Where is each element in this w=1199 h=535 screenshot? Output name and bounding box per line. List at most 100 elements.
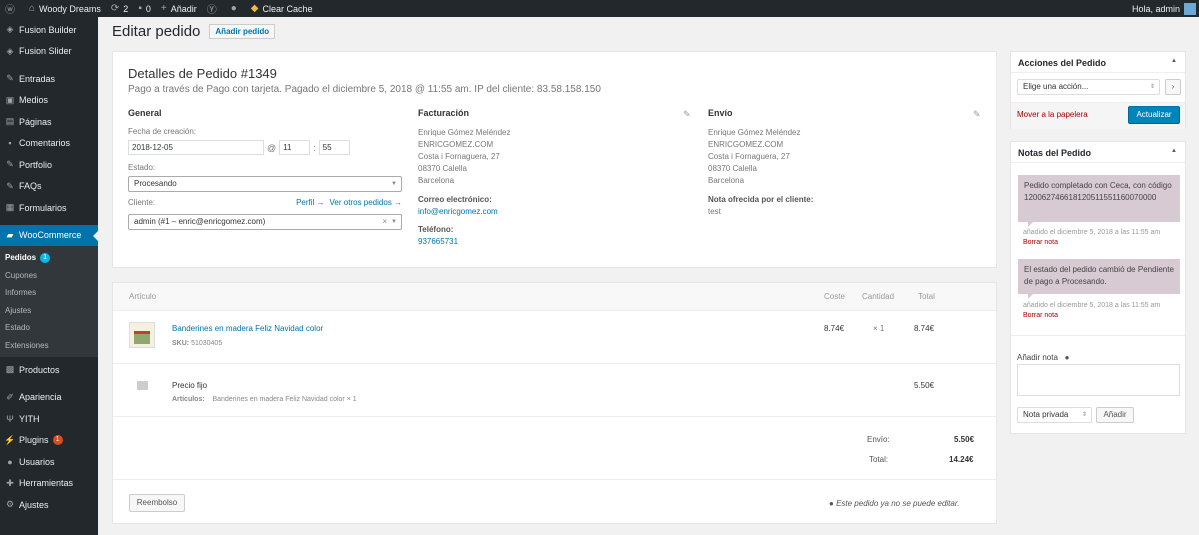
site-name[interactable]: ⌂ Woody Dreams (24, 0, 106, 17)
menu-faqs[interactable]: ✎ FAQs (0, 176, 98, 198)
pin-icon: ✎ (6, 73, 14, 84)
wp-logo[interactable]: ⓦ (0, 0, 24, 17)
updates[interactable]: ⟳ 2 (106, 0, 133, 17)
move-to-trash-link[interactable]: Mover a la papelera (1017, 110, 1088, 119)
email-label: Correo electrónico: (418, 195, 492, 204)
menu-apariencia[interactable]: ✐ Apariencia (0, 387, 98, 409)
phone-link[interactable]: 937665731 (418, 237, 688, 246)
shipping-row: Precio fijo Artículos: Banderines en mad… (113, 363, 996, 417)
status-select[interactable]: Procesando ▼ (128, 176, 402, 192)
submenu-cupones[interactable]: Cupones (0, 267, 98, 285)
pin-icon: ✎ (6, 159, 14, 170)
product-thumbnail[interactable] (129, 322, 155, 348)
address-line: Barcelona (418, 176, 455, 185)
circle-icon: ● (230, 3, 237, 14)
phone-label: Teléfono: (418, 225, 454, 234)
date-input[interactable]: 2018-12-05 (128, 140, 264, 155)
items-header: Artículo Coste Cantidad Total (113, 283, 996, 311)
submenu-label: Informes (5, 288, 37, 298)
menu-productos[interactable]: ▩ Productos (0, 359, 98, 381)
menu-medios[interactable]: ▣ Medios (0, 90, 98, 112)
clear-cache[interactable]: ◆ Clear Cache (246, 0, 318, 17)
sku-label: SKU: (172, 340, 190, 347)
edit-billing-pencil-icon[interactable]: ✎ (683, 109, 691, 120)
menu-label: Plugins (19, 435, 49, 446)
menu-paginas[interactable]: ▤ Páginas (0, 111, 98, 133)
menu-ajustes[interactable]: ⚙ Ajustes (0, 494, 98, 516)
actions-header[interactable]: Acciones del Pedido ▲ (1011, 52, 1185, 73)
menu-fusion-builder[interactable]: ◈ Fusion Builder (0, 19, 98, 41)
menu-usuarios[interactable]: ● Usuarios (0, 451, 98, 473)
delete-note-link[interactable]: Borrar nota (1023, 239, 1058, 246)
collapse-icon[interactable]: ▲ (1171, 58, 1177, 64)
edit-shipping-pencil-icon[interactable]: ✎ (973, 109, 981, 120)
comments-count: 0 (145, 3, 151, 14)
clear-cache-label: Clear Cache (262, 3, 313, 14)
fusion-icon: ◈ (6, 24, 14, 35)
submenu-informes[interactable]: Informes (0, 284, 98, 302)
menu-yith[interactable]: Ψ YITH (0, 408, 98, 430)
refresh-icon: ⟳ (110, 3, 120, 14)
dropdown-arrow-icon: ▼ (391, 181, 397, 187)
action-select[interactable]: Elige una acción... ⇕ (1017, 79, 1160, 95)
address-line: Barcelona (708, 176, 745, 185)
notes-header[interactable]: Notas del Pedido ▲ (1011, 142, 1185, 163)
menu-portfolio[interactable]: ✎ Portfolio (0, 154, 98, 176)
menu-label: WooCommerce (19, 230, 82, 241)
menu-comentarios[interactable]: ▪ Comentarios (0, 133, 98, 155)
minute-input[interactable]: 55 (318, 140, 350, 155)
plugin-icon: ⚡ (4, 434, 16, 445)
clear-icon[interactable]: × (382, 215, 387, 229)
collapse-icon[interactable]: ▲ (1171, 148, 1177, 154)
menu-label: Fusion Builder (19, 24, 77, 35)
menu-label: Formularios (19, 202, 67, 213)
page-title: Editar pedido (112, 23, 201, 40)
menu-plugins[interactable]: ⚡ Plugins 1 (0, 430, 98, 452)
submenu-estado[interactable]: Estado (0, 319, 98, 337)
new-content[interactable]: + Añadir (156, 0, 202, 17)
comments[interactable]: ▪ 0 (133, 0, 156, 17)
product-link[interactable]: Banderines en madera Feliz Navidad color (172, 324, 323, 333)
other-orders-link[interactable]: Ver otros pedidos → (330, 198, 402, 211)
menu-fusion-slider[interactable]: ◈ Fusion Slider (0, 41, 98, 63)
greeting: Hola, admin (1131, 3, 1180, 14)
help-icon[interactable]: ● (1065, 353, 1070, 362)
my-account[interactable]: Hola, admin (1127, 0, 1199, 17)
menu-label: Entradas (19, 73, 56, 84)
settings-icon: ⚙ (5, 499, 15, 510)
updown-arrow-icon: ⇕ (1149, 84, 1155, 90)
menu-entradas[interactable]: ✎ Entradas (0, 68, 98, 90)
menu-formularios[interactable]: ▦ Formularios (0, 197, 98, 219)
client-select[interactable]: admin (#1 – enric@enricgomez.com) × ▼ (128, 214, 402, 230)
col-cost: Coste (824, 292, 845, 301)
hour-input[interactable]: 11 (279, 140, 311, 155)
update-button[interactable]: Actualizar (1128, 106, 1180, 124)
apply-action-button[interactable]: › (1165, 79, 1181, 95)
page-header: Editar pedido Añadir pedido (112, 23, 276, 40)
note-textarea[interactable] (1017, 364, 1180, 396)
note-type-select[interactable]: Nota privada ⇕ (1017, 407, 1092, 423)
status-label: Estado: (128, 163, 156, 172)
add-note-button[interactable]: Añadir (1096, 407, 1134, 423)
user-icon: ● (7, 456, 13, 467)
email-link[interactable]: info@enricgomez.com (418, 207, 688, 216)
order-subtitle: Pago a través de Pago con tarjeta. Pagad… (128, 84, 601, 95)
menu-herramientas[interactable]: ✚ Herramientas (0, 473, 98, 495)
order-title: Detalles de Pedido #1349 (128, 66, 277, 81)
delete-note-link[interactable]: Borrar nota (1023, 312, 1058, 319)
totals-total-label: Total: (869, 455, 889, 464)
status-dot[interactable]: ● (226, 0, 246, 17)
refund-button[interactable]: Reembolso (129, 494, 185, 512)
status-value: Procesando (134, 179, 177, 188)
add-order-button[interactable]: Añadir pedido (209, 24, 276, 39)
admin-bar: ⓦ ⌂ Woody Dreams ⟳ 2 ▪ 0 + Añadir Ⓨ ● ◆ Clear… (0, 0, 1199, 17)
submenu-ajustes[interactable]: Ajustes (0, 302, 98, 320)
submenu-extensiones[interactable]: Extensiones (0, 337, 98, 355)
profile-link[interactable]: Perfil → (296, 198, 324, 211)
home-icon: ⌂ (29, 3, 36, 14)
wordpress-icon: ⓦ (5, 5, 15, 16)
yoast-menu[interactable]: Ⓨ (202, 0, 226, 17)
menu-woocommerce[interactable]: ▰ WooCommerce (0, 224, 98, 246)
note-text: Pedido completado con Ceca, con código 1… (1024, 181, 1172, 202)
submenu-pedidos[interactable]: Pedidos 1 (0, 249, 98, 267)
